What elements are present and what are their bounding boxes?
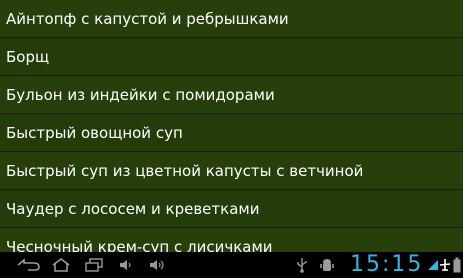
list-item[interactable]: Бульон из индейки с помидорами — [0, 76, 463, 114]
list-item[interactable]: Быстрый овощной суп — [0, 114, 463, 152]
volume-up-icon[interactable] — [144, 255, 170, 275]
recipe-title: Бульон из индейки с помидорами — [6, 86, 275, 104]
list-item[interactable]: Быстрый суп из цветной капусты с ветчино… — [0, 152, 463, 190]
system-navigation-bar: 15:15 — [0, 252, 463, 278]
battery-icon — [452, 256, 462, 274]
airplane-icon — [439, 256, 451, 274]
recipe-title: Айнтопф с капустой и ребрышками — [6, 10, 289, 28]
volume-down-icon[interactable] — [114, 255, 138, 275]
recipe-title: Чаудер с лососем и креветками — [6, 200, 260, 218]
android-debug-icon — [318, 256, 336, 274]
recipe-list[interactable]: Айнтопф с капустой и ребрышками Борщ Бул… — [0, 0, 463, 252]
list-item[interactable]: Борщ — [0, 38, 463, 76]
recipe-title: Быстрый овощной суп — [6, 124, 183, 142]
list-item[interactable]: Чаудер с лососем и креветками — [0, 190, 463, 228]
app-screen: Айнтопф с капустой и ребрышками Борщ Бул… — [0, 0, 463, 278]
recent-apps-icon[interactable] — [80, 255, 108, 275]
recipe-title: Быстрый суп из цветной капусты с ветчино… — [6, 162, 364, 180]
back-icon[interactable] — [14, 255, 44, 275]
clock-time: 15:15 — [350, 252, 424, 277]
list-item[interactable]: Чесночный крем-суп с лисичками — [0, 228, 463, 252]
list-item[interactable]: Айнтопф с капустой и ребрышками — [0, 0, 463, 38]
recipe-title: Чесночный крем-суп с лисичками — [6, 238, 273, 252]
recipe-title: Борщ — [6, 48, 50, 66]
home-icon[interactable] — [46, 255, 76, 275]
usb-icon — [294, 256, 310, 274]
wifi-icon — [427, 256, 439, 274]
